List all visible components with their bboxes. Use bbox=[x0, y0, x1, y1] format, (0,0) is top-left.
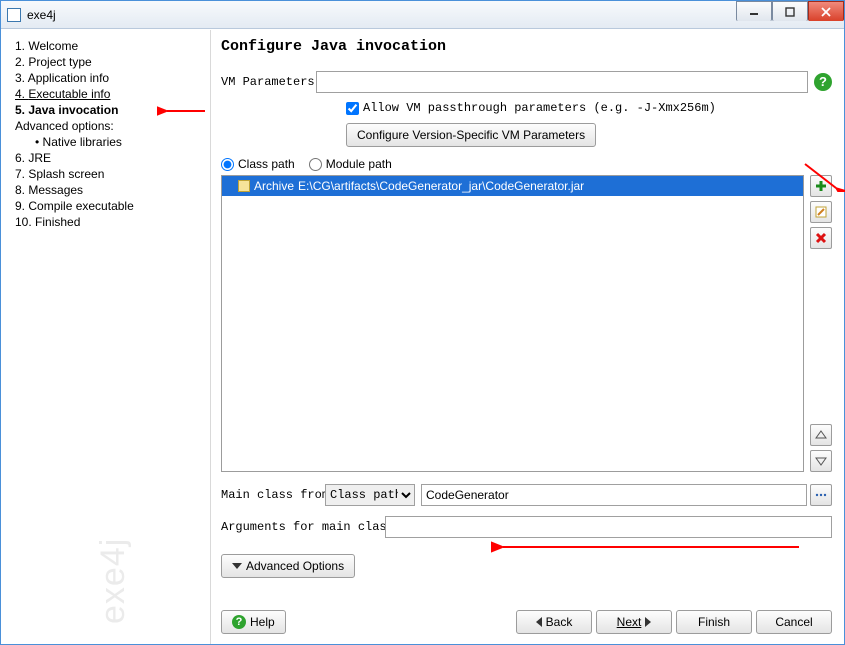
window-buttons bbox=[736, 1, 844, 28]
move-down-button[interactable] bbox=[810, 450, 832, 472]
help-icon[interactable]: ? bbox=[814, 73, 832, 91]
classpath-list-container: Archive E:\CG\artifacts\CodeGenerator_ja… bbox=[221, 175, 832, 472]
maximize-button[interactable] bbox=[772, 1, 808, 21]
step-finished[interactable]: 10. Finished bbox=[7, 214, 204, 230]
classpath-radio[interactable] bbox=[221, 158, 234, 171]
classpath-entry-path: E:\CG\artifacts\CodeGenerator_jar\CodeGe… bbox=[298, 179, 584, 193]
triangle-right-icon bbox=[645, 617, 651, 627]
passthrough-row: Allow VM passthrough parameters (e.g. -J… bbox=[346, 101, 832, 115]
classpath-entry-prefix: Archive bbox=[254, 179, 294, 193]
nav-buttons: Back Next Finish Cancel bbox=[516, 610, 832, 634]
args-label: Arguments for main class: bbox=[221, 520, 385, 534]
advanced-native-libraries[interactable]: • Native libraries bbox=[7, 134, 204, 150]
path-radio-row: Class path Module path bbox=[221, 157, 832, 171]
classpath-list[interactable]: Archive E:\CG\artifacts\CodeGenerator_ja… bbox=[221, 175, 804, 472]
titlebar: exe4j bbox=[1, 1, 844, 29]
mainclass-browse-button[interactable] bbox=[810, 484, 832, 506]
args-input[interactable] bbox=[385, 516, 832, 538]
advanced-options-button[interactable]: Advanced Options bbox=[221, 554, 355, 578]
step-project-type[interactable]: 2. Project type bbox=[7, 54, 204, 70]
step-jre[interactable]: 6. JRE bbox=[7, 150, 204, 166]
advanced-options-label: Advanced options: bbox=[7, 118, 204, 134]
main-panel: Configure Java invocation VM Parameters:… bbox=[211, 30, 844, 644]
back-button[interactable]: Back bbox=[516, 610, 592, 634]
modulepath-radio[interactable] bbox=[309, 158, 322, 171]
help-button[interactable]: ? Help bbox=[221, 610, 286, 634]
step-splash[interactable]: 7. Splash screen bbox=[7, 166, 204, 182]
add-entry-button[interactable] bbox=[810, 175, 832, 197]
mainclass-label: Main class from bbox=[221, 488, 325, 502]
finish-button[interactable]: Finish bbox=[676, 610, 752, 634]
args-row: Arguments for main class: bbox=[221, 516, 832, 538]
allow-passthrough-checkbox[interactable] bbox=[346, 102, 359, 115]
help-round-icon: ? bbox=[232, 615, 246, 629]
sidebar: 1. Welcome 2. Project type 3. Applicatio… bbox=[1, 30, 211, 644]
classpath-radio-label[interactable]: Class path bbox=[221, 157, 295, 171]
content-area: 1. Welcome 2. Project type 3. Applicatio… bbox=[1, 29, 844, 644]
classpath-entry[interactable]: Archive E:\CG\artifacts\CodeGenerator_ja… bbox=[222, 176, 803, 196]
footer: ? Help Back Next Finish Cancel bbox=[221, 596, 832, 634]
triangle-left-icon bbox=[536, 617, 542, 627]
annotation-arrow-mainclass bbox=[491, 539, 801, 555]
step-java-invocation[interactable]: 5. Java invocation bbox=[7, 102, 204, 118]
cancel-button[interactable]: Cancel bbox=[756, 610, 832, 634]
edit-entry-button[interactable] bbox=[810, 201, 832, 223]
mainclass-input[interactable] bbox=[421, 484, 807, 506]
step-list: 1. Welcome 2. Project type 3. Applicatio… bbox=[7, 38, 204, 230]
delete-entry-button[interactable] bbox=[810, 227, 832, 249]
step-executable-info[interactable]: 4. Executable info bbox=[7, 86, 204, 102]
step-messages[interactable]: 8. Messages bbox=[7, 182, 204, 198]
move-up-button[interactable] bbox=[810, 424, 832, 446]
vm-params-input[interactable] bbox=[316, 71, 808, 93]
title-left: exe4j bbox=[7, 8, 56, 22]
allow-passthrough-label: Allow VM passthrough parameters (e.g. -J… bbox=[363, 101, 716, 115]
next-button[interactable]: Next bbox=[596, 610, 672, 634]
window-title: exe4j bbox=[27, 8, 56, 22]
config-version-row: Configure Version-Specific VM Parameters bbox=[346, 123, 832, 147]
config-version-button[interactable]: Configure Version-Specific VM Parameters bbox=[346, 123, 596, 147]
jar-icon bbox=[238, 180, 250, 192]
app-icon bbox=[7, 8, 21, 22]
mainclass-from-select[interactable]: Class path bbox=[325, 484, 415, 506]
exe4j-window: exe4j 1. Welcome 2. Project type 3. Appl… bbox=[0, 0, 845, 645]
list-tools bbox=[804, 175, 832, 472]
page-title: Configure Java invocation bbox=[221, 38, 832, 55]
step-welcome[interactable]: 1. Welcome bbox=[7, 38, 204, 54]
vm-params-label: VM Parameters: bbox=[221, 75, 316, 89]
step-app-info[interactable]: 3. Application info bbox=[7, 70, 204, 86]
vm-params-row: VM Parameters: ? bbox=[221, 71, 832, 93]
minimize-button[interactable] bbox=[736, 1, 772, 21]
mainclass-row: Main class from Class path bbox=[221, 484, 832, 506]
watermark: exe4j bbox=[94, 538, 133, 624]
close-button[interactable] bbox=[808, 1, 844, 21]
step-compile[interactable]: 9. Compile executable bbox=[7, 198, 204, 214]
modulepath-radio-label[interactable]: Module path bbox=[309, 157, 392, 171]
chevron-down-icon bbox=[232, 563, 242, 569]
